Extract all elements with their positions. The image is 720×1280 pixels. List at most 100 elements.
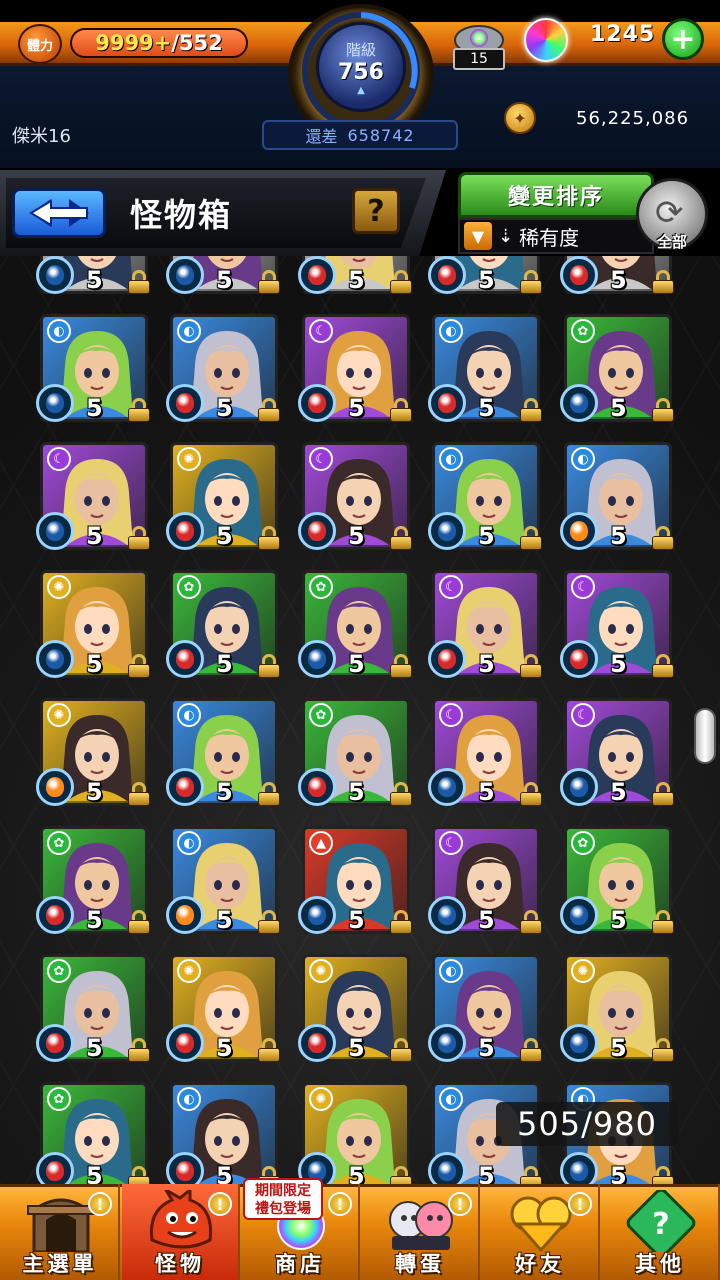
lock-body xyxy=(128,792,150,806)
water-attribute-icon: ◐ xyxy=(177,831,201,855)
nav-tab-other[interactable]: ? 其他 xyxy=(602,1184,720,1280)
rarity-star-count: 5 xyxy=(86,650,103,678)
monster-card[interactable]: ▲5 xyxy=(560,256,674,296)
lock-body xyxy=(128,536,150,550)
back-button[interactable] xyxy=(12,188,106,238)
monster-card[interactable]: ◐5 xyxy=(166,826,280,936)
nav-label: 其他 xyxy=(635,1252,685,1276)
rarity-star-count: 5 xyxy=(478,266,495,294)
monster-card[interactable]: ◐5 xyxy=(428,954,542,1064)
lock-body xyxy=(390,664,412,678)
lock-icon xyxy=(128,782,150,806)
lock-icon xyxy=(652,398,674,422)
monster-card[interactable]: ✿ 5 xyxy=(36,954,150,1064)
monster-card[interactable]: ✿ 5 xyxy=(560,314,674,424)
monster-card[interactable]: ☾ 5 xyxy=(298,442,412,552)
monster-card[interactable]: ◐5 xyxy=(36,314,150,424)
rarity-star-count: 5 xyxy=(348,394,365,422)
lock-icon xyxy=(520,1166,542,1184)
luck-orb-icon xyxy=(560,1152,598,1184)
help-button[interactable]: ? xyxy=(352,188,400,234)
rarity-star-count: 5 xyxy=(610,394,627,422)
rarity-star-count: 5 xyxy=(86,1162,103,1184)
lock-body xyxy=(390,792,412,806)
lock-body xyxy=(520,280,542,294)
monster-card[interactable]: ☾ 5 xyxy=(428,698,542,808)
luck-orb-icon xyxy=(298,1024,336,1062)
water-attribute-icon: ◐ xyxy=(177,319,201,343)
lock-icon xyxy=(652,1166,674,1184)
monster-card[interactable]: ✿ 5 xyxy=(298,698,412,808)
monster-card[interactable]: ◐5 xyxy=(560,442,674,552)
change-sort-button[interactable]: 變更排序 xyxy=(458,172,654,218)
monster-card[interactable]: ✺ 5 xyxy=(36,570,150,680)
monster-card[interactable]: ☾ 5 xyxy=(298,314,412,424)
monster-card[interactable]: ▲5 xyxy=(36,256,150,296)
monster-card[interactable]: ✺ 5 xyxy=(560,954,674,1064)
monster-card[interactable]: ✿ 5 xyxy=(166,570,280,680)
monster-card[interactable]: ☾ 5 xyxy=(560,698,674,808)
nav-tab-gacha[interactable]: 轉蛋! xyxy=(362,1184,480,1280)
nav-tab-friends[interactable]: 好友! xyxy=(482,1184,600,1280)
monster-card[interactable]: ✺ 5 xyxy=(166,442,280,552)
rarity-star-count: 5 xyxy=(216,1162,233,1184)
rarity-star-count: 5 xyxy=(216,1034,233,1062)
monster-card[interactable]: ☾ 5 xyxy=(428,826,542,936)
orb-fruit-icon xyxy=(438,521,456,541)
monster-card[interactable]: ▲5 xyxy=(298,826,412,936)
monster-box-grid[interactable]: ▲5 ◐5 ▲5 xyxy=(0,256,720,1184)
wood-attribute-icon: ✿ xyxy=(309,703,333,727)
rarity-star-count: 5 xyxy=(610,1162,627,1184)
orb-total: 1245 xyxy=(590,22,656,47)
luck-orb-icon xyxy=(428,768,466,806)
rarity-star-count: 5 xyxy=(216,394,233,422)
monster-card[interactable]: ✺ 5 xyxy=(166,954,280,1064)
scrollbar-handle[interactable] xyxy=(694,708,716,764)
rarity-star-count: 5 xyxy=(610,650,627,678)
rank-orb[interactable]: 階級 756 ▲ xyxy=(316,22,406,112)
stamina-bar[interactable]: 9999+ /552 xyxy=(70,28,248,58)
monster-card[interactable]: ✿ 5 xyxy=(560,826,674,936)
monster-card[interactable]: ✺ 5 xyxy=(36,698,150,808)
monster-card[interactable]: ◐5 xyxy=(428,442,542,552)
luck-orb-icon xyxy=(166,512,204,550)
lock-icon xyxy=(520,270,542,294)
lock-body xyxy=(652,1176,674,1184)
exp-label: 還差 xyxy=(305,127,338,146)
luck-orb-icon xyxy=(428,1152,466,1184)
monster-card[interactable]: ✿ 5 xyxy=(298,570,412,680)
luck-orb-icon xyxy=(166,1024,204,1062)
monster-card[interactable]: ✿ 5 xyxy=(36,1082,150,1184)
monster-card[interactable]: ✿ 5 xyxy=(36,826,150,936)
monster-card[interactable]: ✺ 5 xyxy=(298,1082,412,1184)
lock-icon xyxy=(390,1166,412,1184)
lock-icon xyxy=(258,654,280,678)
monster-card[interactable]: ◐5 xyxy=(428,256,542,296)
monster-card[interactable]: ☾ 5 xyxy=(428,570,542,680)
monster-card[interactable]: ☾ 5 xyxy=(36,442,150,552)
sort-mode-selector[interactable]: ▼ ⇣ 稀有度 xyxy=(458,218,654,254)
orb-capsule-count: 15 xyxy=(453,48,505,70)
luck-orb-icon xyxy=(560,896,598,934)
monster-card[interactable]: ✺ 5 xyxy=(298,954,412,1064)
dark-attribute-icon: ☾ xyxy=(47,447,71,471)
nav-tab-monster[interactable]: 怪物! xyxy=(122,1184,240,1280)
water-attribute-icon: ◐ xyxy=(439,319,463,343)
show-all-button[interactable]: ⟳ 全部 xyxy=(636,178,708,251)
monster-card[interactable]: ◐5 xyxy=(166,698,280,808)
nav-tab-gate[interactable]: 主選單! xyxy=(2,1184,120,1280)
monster-card[interactable]: ◐5 xyxy=(166,314,280,424)
lock-body xyxy=(520,536,542,550)
filter-icon[interactable]: ▼ xyxy=(464,222,492,250)
lock-body xyxy=(128,1176,150,1184)
promo-badge[interactable]: 期間限定 禮包登場 xyxy=(243,1178,323,1220)
rarity-star-count: 5 xyxy=(478,1162,495,1184)
buy-orb-button[interactable]: + xyxy=(662,18,704,60)
lock-icon xyxy=(128,1166,150,1184)
monster-card[interactable]: ▲5 xyxy=(298,256,412,296)
monster-card[interactable]: ◐5 xyxy=(166,1082,280,1184)
lock-icon xyxy=(258,526,280,550)
monster-card[interactable]: ◐5 xyxy=(428,314,542,424)
monster-card[interactable]: ☾ 5 xyxy=(560,570,674,680)
monster-card[interactable]: ◐5 xyxy=(166,256,280,296)
